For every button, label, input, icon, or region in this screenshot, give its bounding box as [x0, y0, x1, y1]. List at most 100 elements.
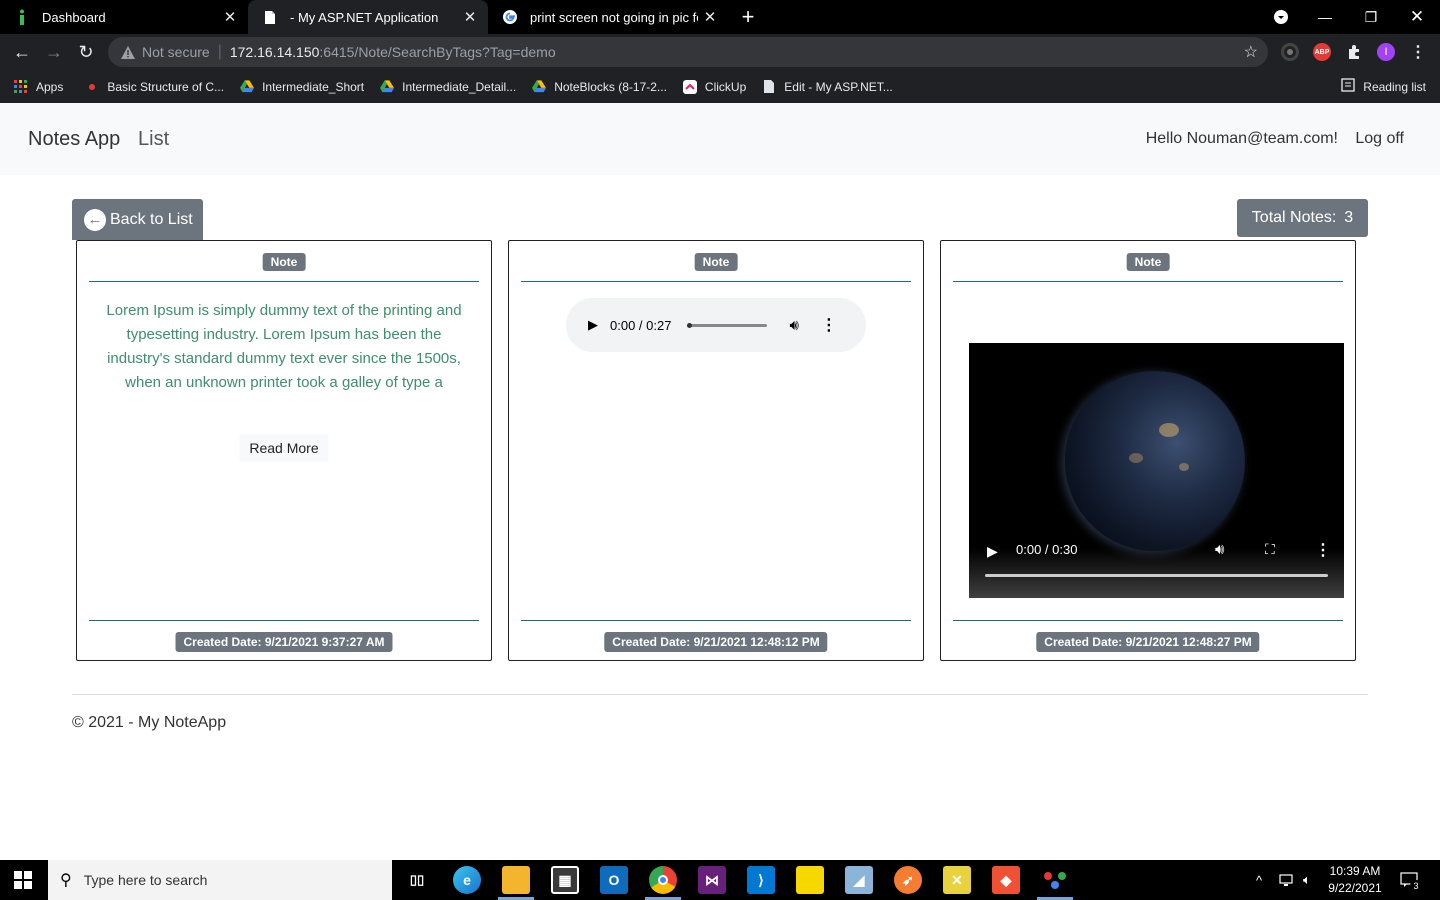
visual-studio-icon[interactable]: ⋈ — [698, 866, 726, 894]
fullscreen-icon[interactable]: ⛶ — [1265, 541, 1275, 558]
url-path: :6415/Note/SearchByTags?Tag=demo — [319, 44, 556, 60]
back-to-list-label: Back to List — [110, 210, 193, 228]
divider — [953, 281, 1343, 282]
menu-dots-icon[interactable]: ⋮ — [1409, 43, 1427, 61]
brand-link[interactable]: Notes App — [28, 128, 120, 151]
more-options-icon[interactable]: ⋮ — [821, 315, 837, 335]
sourcetree-icon[interactable] — [1041, 866, 1069, 894]
taskbar-search[interactable]: ⚲ Type here to search — [48, 860, 392, 900]
task-view-icon[interactable]: ▯▯ — [403, 866, 431, 894]
tab-dashboard[interactable]: Dashboard ✕ — [0, 0, 248, 34]
bookmark-basic-structure[interactable]: Basic Structure of C... — [85, 80, 224, 94]
back-arrow-icon[interactable]: ← — [10, 40, 34, 64]
bookmark-label: ClickUp — [704, 79, 747, 94]
audio-player[interactable]: ▶ 0:00 / 0:27 🔊︎ ⋮ — [566, 298, 866, 352]
windows-start-icon[interactable] — [14, 871, 32, 889]
total-notes-label: Total Notes: — [1251, 209, 1337, 226]
tab-strip: Dashboard ✕ - My ASP.NET Application ✕ p… — [0, 0, 1440, 34]
reading-list-icon — [1341, 78, 1355, 95]
bookmark-clickup[interactable]: ClickUp — [682, 79, 747, 94]
warning-icon[interactable] — [120, 44, 136, 60]
git-icon[interactable]: ◆ — [992, 866, 1020, 894]
new-tab-button[interactable]: + — [736, 4, 760, 30]
url-host: 172.16.14.150 — [229, 44, 320, 60]
postman-icon[interactable]: ➶ — [894, 866, 922, 894]
play-icon[interactable]: ▶ — [588, 317, 598, 333]
reading-list[interactable]: Reading list — [1341, 70, 1426, 103]
slider-knob[interactable] — [687, 322, 693, 328]
drive-icon — [532, 80, 547, 94]
page-icon — [262, 9, 278, 25]
user-greeting-link[interactable]: Hello Nouman@team.com! — [1146, 130, 1338, 148]
nav-list-link[interactable]: List — [138, 128, 169, 151]
bookmark-intermediate-detail[interactable]: Intermediate_Detail... — [380, 80, 516, 94]
video-player[interactable]: ▶ 0:00 / 0:30 🔊︎ ⛶ ⋮ — [969, 343, 1344, 598]
tray-chevron-icon[interactable]: ^ — [1256, 860, 1262, 900]
city-lights — [1129, 453, 1143, 463]
close-tab-icon[interactable]: ✕ — [218, 8, 242, 26]
divider — [953, 620, 1343, 621]
adblock-icon[interactable]: ABP — [1313, 43, 1331, 61]
video-progress-slider[interactable] — [985, 574, 1328, 577]
total-notes-count: 3 — [1344, 209, 1354, 226]
volume-icon[interactable]: 🔊︎ — [789, 317, 798, 334]
google-icon — [502, 9, 518, 25]
divider — [89, 281, 479, 282]
volume-icon[interactable]: 🔊︎ — [1215, 541, 1224, 558]
sticky-notes-icon[interactable] — [796, 866, 824, 894]
reload-icon[interactable]: ↻ — [74, 40, 98, 64]
security-label[interactable]: Not secure — [142, 44, 210, 60]
tab-asp-net[interactable]: - My ASP.NET Application ✕ — [248, 0, 488, 34]
bookmark-star-icon[interactable]: ☆ — [1244, 42, 1258, 62]
bookmarks-bar: Apps Basic Structure of C... Intermediat… — [0, 70, 1440, 103]
read-more-button[interactable]: Read More — [239, 434, 329, 462]
url-separator: | — [217, 43, 222, 60]
divider — [89, 620, 479, 621]
network-tool-icon[interactable]: ✕ — [943, 866, 971, 894]
forward-arrow-icon[interactable]: → — [42, 40, 66, 64]
page-icon — [762, 80, 776, 94]
restore-icon[interactable]: ❐ — [1348, 0, 1394, 34]
chrome-icon[interactable] — [649, 866, 677, 894]
audio-progress-slider[interactable] — [687, 322, 768, 328]
created-date-badge: Created Date: 9/21/2021 12:48:12 PM — [604, 632, 828, 652]
search-placeholder: Type here to search — [83, 872, 208, 888]
drive-icon — [380, 80, 395, 94]
bookmark-label: Intermediate_Short — [262, 79, 365, 94]
tab-title: Dashboard — [42, 9, 106, 25]
minimize-icon[interactable]: — — [1302, 0, 1348, 34]
bookmark-label: Intermediate_Detail... — [402, 79, 517, 94]
snipping-tool-icon[interactable]: ◢ — [845, 866, 873, 894]
close-tab-icon[interactable]: ✕ — [698, 8, 722, 26]
file-explorer-icon[interactable] — [502, 866, 530, 894]
store-icon[interactable]: ▦ — [551, 866, 579, 894]
bookmark-intermediate-short[interactable]: Intermediate_Short — [240, 80, 364, 94]
bookmark-noteblocks[interactable]: NoteBlocks (8-17-2... — [532, 80, 667, 94]
tab-search-icon[interactable] — [1258, 0, 1304, 34]
speaker-icon[interactable]: 🔈︎ — [1303, 860, 1311, 900]
notifications-icon[interactable]: 3 — [1400, 860, 1422, 900]
more-options-icon[interactable]: ⋮ — [1315, 540, 1331, 560]
puzzle-icon[interactable] — [1345, 43, 1363, 61]
vscode-icon[interactable]: ⟩ — [747, 866, 775, 894]
play-icon[interactable]: ▶ — [987, 543, 998, 560]
web-page: Notes App List Hello Nouman@team.com! Lo… — [0, 103, 1440, 860]
outlook-icon[interactable]: O — [600, 866, 628, 894]
bookmark-edit-asp[interactable]: Edit - My ASP.NET... — [762, 80, 893, 94]
apps-grid-icon — [14, 79, 28, 94]
network-icon[interactable] — [1279, 860, 1295, 900]
close-tab-icon[interactable]: ✕ — [458, 8, 482, 26]
edge-icon[interactable]: e — [453, 866, 481, 894]
log-off-link[interactable]: Log off — [1355, 130, 1404, 148]
github-icon[interactable] — [1281, 43, 1299, 61]
tab-google-search[interactable]: print screen not going in pic fold ✕ — [488, 0, 728, 34]
system-clock[interactable]: 10:39 AM 9/22/2021 — [1320, 863, 1390, 897]
address-bar[interactable]: Not secure | 172.16.14.150 :6415/Note/Se… — [108, 37, 1268, 67]
clock-date: 9/22/2021 — [1328, 881, 1382, 895]
close-window-icon[interactable]: ✕ — [1394, 0, 1440, 34]
bookmark-apps[interactable]: Apps — [14, 79, 63, 94]
earth-thumbnail — [1065, 371, 1245, 551]
profile-icon[interactable]: I — [1377, 43, 1395, 61]
back-to-list-button[interactable]: ← Back to List — [72, 199, 203, 240]
note-text: Lorem Ipsum is simply dummy text of the … — [106, 302, 462, 391]
